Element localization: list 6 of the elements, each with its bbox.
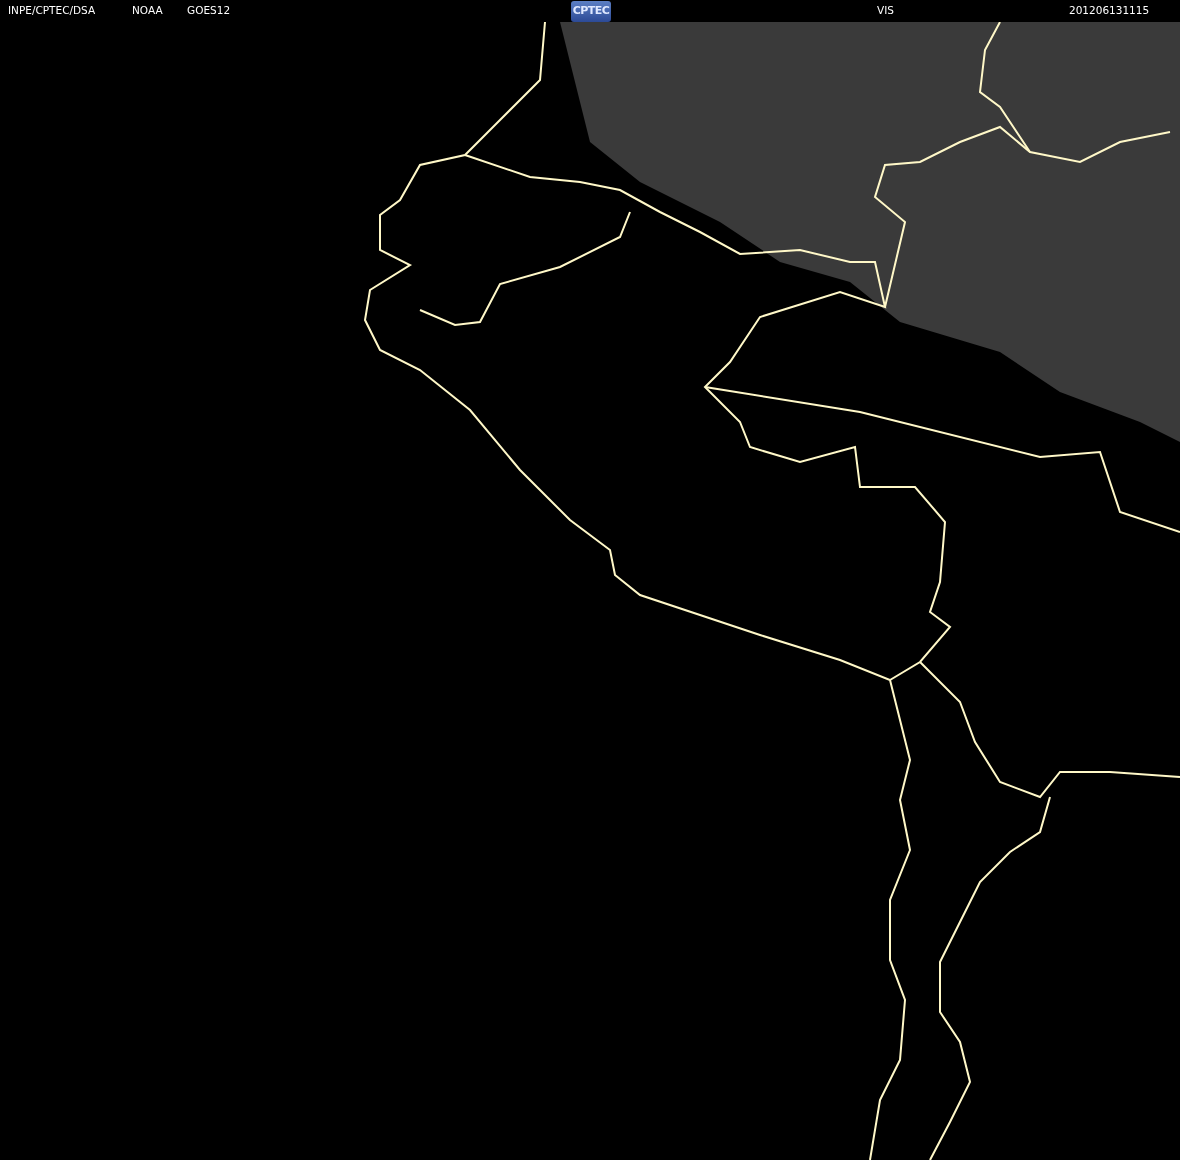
timestamp-label: 201206131115 [1069,3,1150,19]
source-label: INPE/CPTEC/DSA [8,3,97,19]
logo: CPTEC [571,0,611,22]
satellite-label: GOES12 [187,3,232,19]
channel-label: VIS [877,3,895,19]
agency-label: NOAA [132,3,164,19]
